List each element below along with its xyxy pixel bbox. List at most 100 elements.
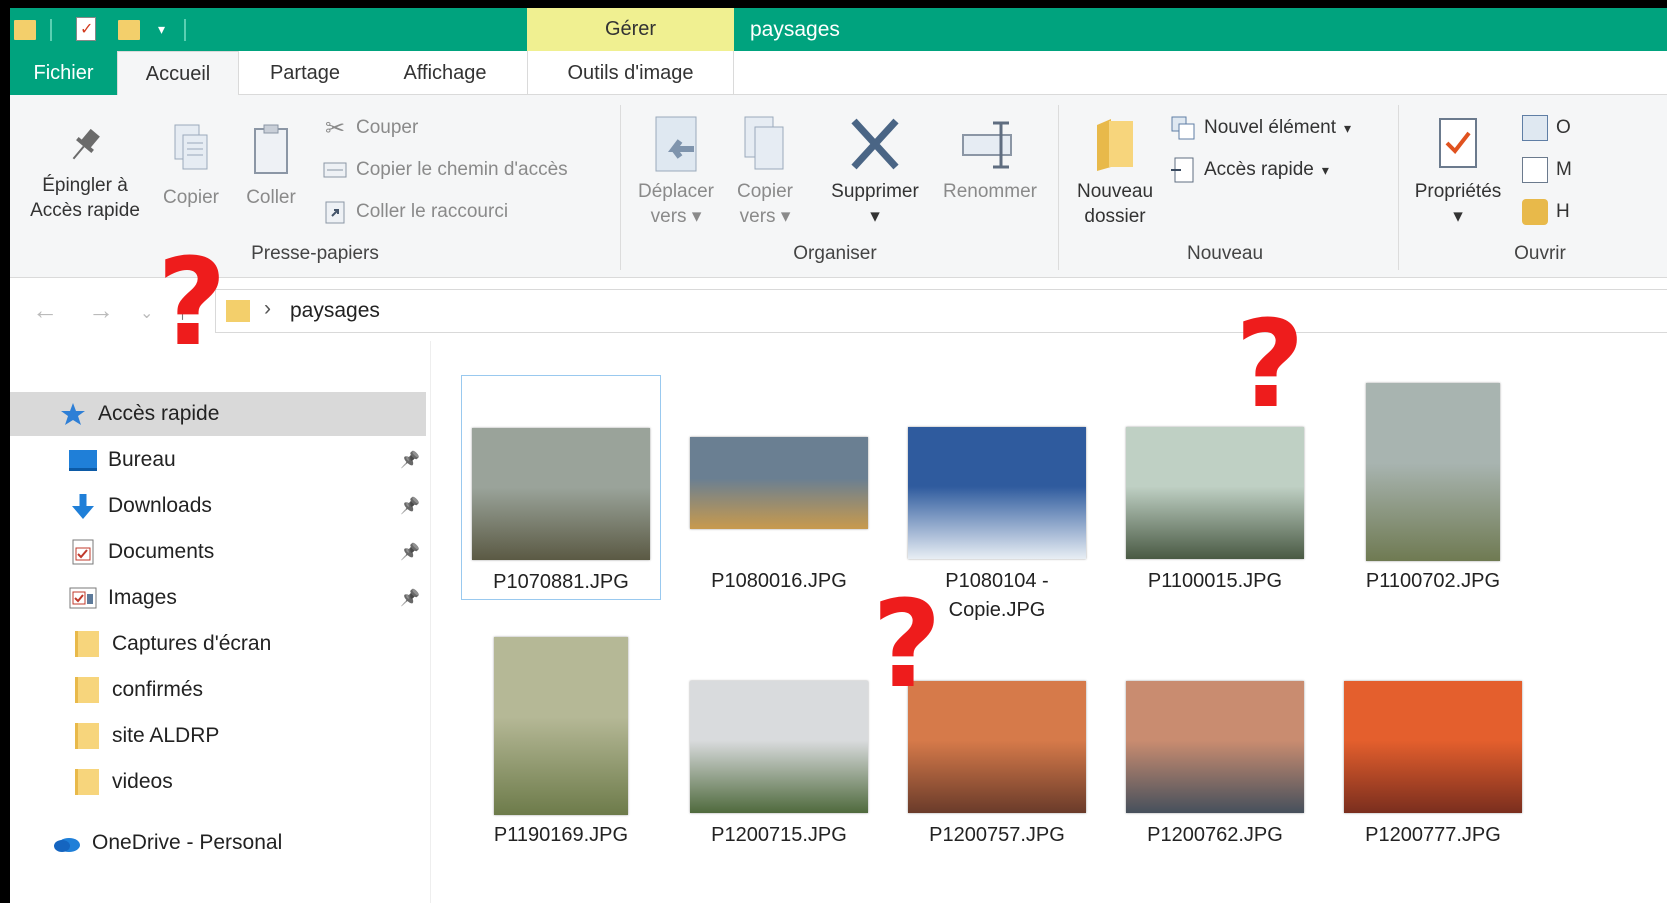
new-folder-qat-icon[interactable]	[118, 20, 140, 40]
breadcrumb-paysages[interactable]: paysages	[290, 299, 380, 323]
history-icon	[1522, 199, 1548, 225]
image-thumbnail	[908, 427, 1086, 559]
address-row: ← → ⌄ ↑ › paysages	[10, 279, 1667, 341]
context-tab-manage[interactable]: Gérer	[527, 8, 734, 51]
copy-to-icon	[744, 116, 784, 170]
rename-button[interactable]: Renommer	[935, 115, 1045, 204]
sidebar-item-label: videos	[112, 770, 173, 793]
new-folder-button[interactable]: Nouveau dossier	[1065, 115, 1165, 229]
toolbar-separator	[184, 19, 186, 41]
forward-arrow-icon[interactable]: →	[88, 295, 114, 326]
sidebar-item-documents[interactable]: Documents 📌	[10, 530, 426, 574]
copy-icon	[174, 124, 208, 170]
copy-to-button[interactable]: Copier vers ▾	[722, 115, 808, 229]
image-thumbnail	[690, 681, 868, 813]
easy-access-icon	[1170, 157, 1196, 183]
dropdown-arrow-icon: ▾	[691, 206, 702, 227]
pin-label-2: Accès rapide	[30, 200, 140, 221]
image-thumbnail	[1344, 681, 1522, 813]
properties-label: Propriétés	[1414, 181, 1502, 202]
group-separator	[620, 105, 621, 270]
toolbar-separator	[50, 19, 52, 41]
tab-share[interactable]: Partage	[250, 51, 360, 96]
sidebar-item-label: site ALDRP	[112, 724, 220, 747]
documents-icon	[68, 538, 98, 566]
folder-icon	[72, 768, 102, 796]
sidebar-item-label: Documents	[108, 540, 215, 563]
copy-path-button[interactable]: Copier le chemin d'accès	[322, 155, 568, 185]
onedrive-icon	[52, 829, 82, 857]
copy-button[interactable]: Copier	[155, 123, 227, 210]
sidebar-item-downloads[interactable]: Downloads 📌	[10, 484, 426, 528]
quick-access-button[interactable]: Accès rapide ▾	[1170, 155, 1329, 185]
sidebar-item-site-aldrp[interactable]: site ALDRP	[10, 714, 426, 758]
move-to-label-2-text: vers	[650, 206, 687, 227]
file-tile[interactable]: P1200777.JPG	[1333, 629, 1533, 854]
folder-icon[interactable]	[14, 20, 36, 40]
file-tile[interactable]: P1190169.JPG	[461, 629, 661, 854]
sidebar-item-captures-d-cran[interactable]: Captures d'écran	[10, 622, 426, 666]
breadcrumb-separator[interactable]: ›	[264, 297, 271, 321]
back-arrow-icon[interactable]: ←	[32, 295, 58, 326]
pin-icon[interactable]: 📌	[400, 588, 420, 608]
properties-qat-icon[interactable]: ✓	[76, 17, 96, 41]
new-item-button[interactable]: Nouvel élément ▾	[1170, 113, 1351, 143]
customize-qat-icon[interactable]: ▾	[158, 21, 165, 45]
quick-access-label: Accès rapide	[1204, 159, 1314, 180]
copy-path-label: Copier le chemin d'accès	[356, 159, 568, 180]
address-bar[interactable]: › paysages	[215, 289, 1667, 333]
file-tile[interactable]: P1200715.JPG	[679, 629, 879, 854]
sidebar-item-videos[interactable]: videos	[10, 760, 426, 804]
dropdown-arrow-icon: ▾	[870, 206, 880, 227]
sidebar-item-label: Downloads	[108, 494, 212, 517]
tab-view[interactable]: Affichage	[380, 51, 510, 96]
tab-file[interactable]: Fichier	[10, 51, 117, 96]
file-tile[interactable]: P1070881.JPG	[461, 375, 661, 600]
sidebar-item-label: Bureau	[108, 448, 176, 471]
file-tile[interactable]: P1080104 - Copie.JPG	[897, 375, 1097, 621]
copy-path-icon	[322, 157, 348, 183]
cut-button[interactable]: ✂ Couper	[322, 113, 418, 143]
recent-chevron-icon[interactable]: ⌄	[140, 303, 153, 323]
sidebar-item-label: Accès rapide	[98, 402, 220, 425]
download-icon	[68, 492, 98, 520]
sidebar-item-onedrive-personal[interactable]: OneDrive - Personal	[10, 821, 426, 865]
move-to-button[interactable]: Déplacer vers ▾	[627, 115, 725, 229]
file-tile[interactable]: P1100702.JPG	[1333, 375, 1533, 600]
explorer-window: ✓ ▾ Gérer paysages Fichier Accueil Parta…	[10, 8, 1667, 903]
paste-shortcut-button[interactable]: Coller le raccourci	[322, 197, 508, 227]
tab-home[interactable]: Accueil	[117, 51, 239, 97]
pin-icon[interactable]: 📌	[400, 496, 420, 516]
pin-quick-access-button[interactable]: Épingler à Accès rapide	[20, 123, 150, 223]
history-button[interactable]: H	[1522, 197, 1570, 227]
file-tile[interactable]: P1080016.JPG	[679, 375, 879, 600]
delete-button[interactable]: Supprimer ▾	[820, 115, 930, 229]
sidebar-item-confirm-s[interactable]: confirmés	[10, 668, 426, 712]
history-label: H	[1556, 201, 1570, 222]
pin-icon[interactable]: 📌	[400, 542, 420, 562]
properties-button[interactable]: Propriétés ▾	[1402, 115, 1514, 229]
paste-icon	[254, 124, 288, 174]
sidebar-item-bureau[interactable]: Bureau 📌	[10, 438, 426, 482]
image-thumbnail	[1366, 383, 1500, 561]
tab-picture-tools[interactable]: Outils d'image	[527, 51, 734, 96]
pin-icon[interactable]: 📌	[400, 450, 420, 470]
folder-icon	[72, 630, 102, 658]
group-label-new: Nouveau	[1186, 243, 1264, 264]
sidebar-item-acc-s-rapide[interactable]: Accès rapide	[10, 392, 426, 436]
edit-button[interactable]: M	[1522, 155, 1572, 185]
file-name: P1200757.JPG	[929, 824, 1065, 846]
file-name: P1100015.JPG	[1147, 570, 1283, 592]
delete-x-icon	[851, 118, 899, 170]
cut-label: Couper	[356, 117, 419, 138]
sidebar-item-images[interactable]: Images 📌	[10, 576, 426, 620]
file-tile[interactable]: P1200762.JPG	[1115, 629, 1315, 854]
open-button[interactable]: O	[1522, 113, 1571, 143]
paste-shortcut-label: Coller le raccourci	[356, 201, 509, 222]
sidebar-item-label: Captures d'écran	[112, 632, 272, 655]
paste-button[interactable]: Coller	[235, 123, 307, 210]
copy-label: Copier	[163, 187, 219, 208]
image-thumbnail	[472, 428, 650, 560]
dropdown-arrow-icon: ▾	[780, 206, 791, 227]
move-to-icon	[655, 116, 697, 172]
